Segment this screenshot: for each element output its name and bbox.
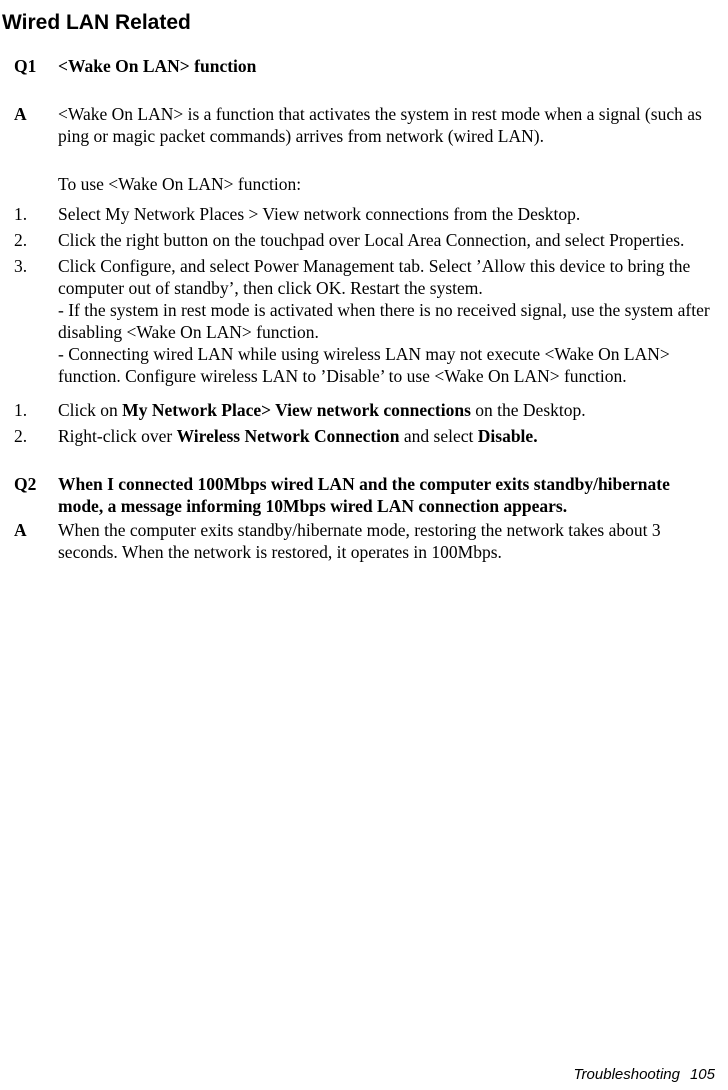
list-item-text: Click the right button on the touchpad o… (58, 230, 685, 250)
list-item-emphasis: Disable. (477, 426, 538, 446)
list-item: 1. Select My Network Places > View netwo… (0, 203, 728, 225)
page-title: Wired LAN Related (2, 11, 191, 35)
question-marker: Q1 (14, 56, 37, 76)
list-marker: 1. (14, 204, 28, 224)
list-item: 3. Click Configure, and select Power Man… (0, 255, 728, 387)
list-item: 2. Right-click over Wireless Network Con… (0, 425, 728, 447)
question-text: When I connected 100Mbps wired LAN and t… (58, 474, 670, 516)
list-marker: 1. (14, 400, 28, 420)
list-item-body: Right-click over Wireless Network Connec… (58, 425, 715, 447)
question-text: <Wake On LAN> function (58, 56, 257, 76)
list-item-text-prefix: Right-click over (58, 426, 177, 446)
faq-answer-a2: A When the computer exits standby/hibern… (0, 519, 728, 563)
footer-page-number: 105 (689, 1066, 715, 1083)
page-content: Q1 <Wake On LAN> function A <Wake On LAN… (0, 55, 728, 563)
question-marker: Q2 (14, 474, 37, 494)
list-marker: 2. (14, 426, 28, 446)
list-item-text-middle: on the Desktop. (470, 400, 586, 420)
footer-section-label: Troubleshooting (573, 1066, 680, 1083)
document-page: Wired LAN Related Q1 <Wake On LAN> funct… (0, 0, 728, 1090)
answer-marker: A (14, 520, 27, 540)
list-item-note: - If the system in rest mode is activate… (58, 300, 710, 342)
list-item: 1. Click on My Network Place> View netwo… (0, 399, 728, 421)
list-item-text: Select My Network Places > View network … (58, 204, 581, 224)
list-item-text: Click Configure, and select Power Manage… (58, 256, 691, 298)
steps-intro-line: To use <Wake On LAN> function: (58, 174, 302, 194)
faq-question-q2: Q2 When I connected 100Mbps wired LAN an… (0, 473, 728, 517)
faq-answer-a1: A <Wake On LAN> is a function that activ… (0, 103, 728, 147)
faq-question-q1: Q1 <Wake On LAN> function (0, 55, 728, 77)
list-item-emphasis: My Network Place> View network connectio… (122, 400, 471, 420)
list-item-text-middle: and select (399, 426, 478, 446)
list-item-text-prefix: Click on (58, 400, 123, 420)
list-item-body: Click on My Network Place> View network … (58, 399, 715, 421)
list-marker: 3. (14, 256, 28, 276)
list-marker: 2. (14, 230, 28, 250)
list-item-emphasis: Wireless Network Connection (176, 426, 400, 446)
list-item-note: - Connecting wired LAN while using wirel… (58, 344, 670, 386)
list-item-body: Click Configure, and select Power Manage… (58, 255, 715, 387)
answer-text: When the computer exits standby/hibernat… (58, 520, 661, 562)
list-item: 2. Click the right button on the touchpa… (0, 229, 728, 251)
answer-marker: A (14, 104, 27, 124)
page-footer: Troubleshooting 105 (574, 1065, 716, 1084)
answer-text: <Wake On LAN> is a function that activat… (58, 104, 702, 146)
